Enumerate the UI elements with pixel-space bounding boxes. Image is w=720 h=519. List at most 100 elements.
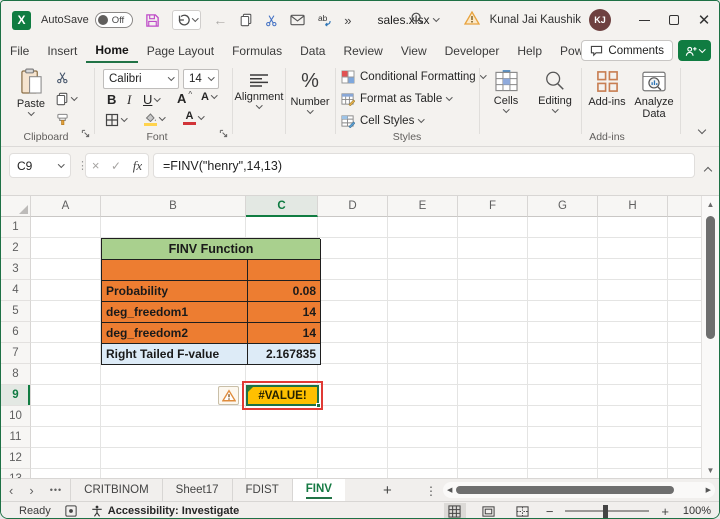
row-header-9[interactable]: 9 [1, 385, 31, 406]
column-header-e[interactable]: E [388, 196, 458, 217]
row-header-2[interactable]: 2 [1, 238, 31, 259]
column-header-partial[interactable] [668, 196, 703, 217]
clipboard-dialog-launcher[interactable] [81, 125, 90, 143]
formula-input[interactable]: =FINV("henry",14,13) [153, 153, 695, 178]
row-header-3[interactable]: 3 [1, 259, 31, 280]
next-sheet-button[interactable]: › [21, 479, 41, 501]
qat-overflow-button[interactable]: » [344, 13, 351, 28]
zoom-out-button[interactable]: − [546, 504, 554, 519]
copy-button[interactable] [239, 13, 253, 27]
cut-button[interactable] [265, 14, 278, 27]
font-color-button[interactable]: A [183, 111, 205, 125]
new-sheet-button[interactable]: + [373, 479, 402, 501]
close-button[interactable]: ✕ [689, 5, 719, 35]
table-label-cell[interactable]: deg_freedom1 [102, 302, 248, 323]
save-button[interactable] [145, 13, 160, 28]
scroll-right-icon[interactable]: ▶ [702, 486, 715, 494]
column-header-d[interactable]: D [318, 196, 388, 217]
row-header-12[interactable]: 12 [1, 448, 31, 469]
maximize-button[interactable] [659, 5, 689, 35]
avatar[interactable]: KJ [589, 9, 611, 31]
row-header-6[interactable]: 6 [1, 322, 31, 343]
expand-formula-bar-button[interactable] [703, 161, 713, 179]
cancel-button[interactable]: × [92, 158, 100, 173]
column-header-h[interactable]: H [598, 196, 668, 217]
increase-font-button[interactable]: A ^ [177, 90, 192, 106]
column-header-a[interactable]: A [31, 196, 101, 217]
page-layout-view-button[interactable] [478, 503, 500, 519]
tab-view[interactable]: View [392, 39, 436, 63]
fill-color-button[interactable] [143, 112, 166, 126]
table-cell[interactable] [248, 260, 321, 281]
alert-button[interactable] [463, 10, 480, 30]
vertical-scrollbar-thumb[interactable] [706, 216, 715, 339]
error-cell-c9[interactable]: #VALUE! [246, 385, 321, 408]
user-name[interactable]: Kunal Jai Kaushik [490, 14, 581, 26]
column-header-b[interactable]: B [101, 196, 246, 217]
scroll-down-icon[interactable]: ▼ [707, 462, 715, 478]
share-button[interactable] [678, 40, 711, 61]
table-value-cell[interactable]: 14 [248, 302, 321, 323]
format-painter-button[interactable] [56, 113, 69, 126]
zoom-slider[interactable] [565, 504, 650, 518]
row-header-13[interactable]: 13 [1, 469, 31, 478]
sheet-tab-critbinom[interactable]: CRITBINOM [70, 479, 162, 501]
minimize-button[interactable] [629, 5, 659, 35]
row-header-11[interactable]: 11 [1, 427, 31, 448]
table-cell[interactable] [102, 260, 248, 281]
table-label-cell[interactable]: deg_freedom2 [102, 323, 248, 344]
row-header-10[interactable]: 10 [1, 406, 31, 427]
column-header-f[interactable]: F [458, 196, 528, 217]
font-size-combo[interactable]: 14 [183, 69, 219, 89]
row-header-7[interactable]: 7 [1, 343, 31, 364]
page-break-preview-button[interactable] [512, 503, 534, 519]
bold-button[interactable]: B [107, 92, 116, 107]
accessibility-button[interactable]: Accessibility: Investigate [91, 505, 239, 517]
autosave-toggle[interactable]: Off [94, 12, 133, 28]
zoom-level[interactable]: 100% [681, 505, 711, 517]
normal-view-button[interactable] [443, 502, 466, 518]
copy-button-ribbon[interactable] [55, 92, 78, 106]
table-title-cell[interactable]: FINV Function [102, 239, 321, 260]
name-box[interactable]: C9 [9, 153, 71, 178]
column-header-c[interactable]: C [246, 196, 318, 217]
all-sheets-button[interactable]: ••• [42, 479, 70, 501]
table-label-cell[interactable]: Probability [102, 281, 248, 302]
conditional-formatting-button[interactable]: Conditional Formatting [341, 70, 487, 84]
paste-button[interactable]: Paste [11, 68, 51, 116]
table-label-cell[interactable]: Right Tailed F-value [102, 344, 248, 365]
tab-help[interactable]: Help [508, 39, 551, 63]
table-value-cell[interactable]: 14 [248, 323, 321, 344]
sheet-tab-fdist[interactable]: FDIST [231, 479, 292, 501]
previous-sheet-button[interactable]: ‹ [1, 479, 21, 501]
error-options-button[interactable] [218, 386, 239, 405]
sheet-tab-finv[interactable]: FINV [291, 479, 345, 501]
cell-styles-button[interactable]: Cell Styles [341, 114, 425, 128]
cut-button-ribbon[interactable] [56, 71, 69, 84]
row-header-5[interactable]: 5 [1, 301, 31, 322]
tab-developer[interactable]: Developer [436, 39, 509, 63]
table-value-cell[interactable]: 2.167835 [248, 344, 321, 365]
macro-record-button[interactable] [65, 505, 77, 517]
borders-button[interactable] [105, 113, 128, 127]
undo-button[interactable] [171, 10, 202, 30]
editing-button[interactable]: Editing [533, 70, 577, 113]
number-button[interactable]: % Number [288, 70, 332, 114]
sheet-tab-sheet17[interactable]: Sheet17 [161, 479, 232, 501]
italic-button[interactable]: I [127, 92, 131, 108]
horizontal-scrollbar[interactable]: ◀ ▶ [443, 482, 715, 498]
zoom-slider-knob[interactable] [603, 504, 609, 518]
column-header-g[interactable]: G [528, 196, 598, 217]
row-header-8[interactable]: 8 [1, 364, 31, 385]
alignment-button[interactable]: Alignment [235, 73, 283, 109]
analyze-data-button[interactable]: Analyze Data [631, 70, 677, 120]
scroll-up-icon[interactable]: ▲ [707, 196, 715, 212]
collapse-ribbon-button[interactable] [697, 120, 707, 138]
redo-button[interactable]: ← [213, 12, 227, 28]
underline-button[interactable]: U [143, 92, 161, 107]
select-all-corner[interactable] [1, 196, 31, 217]
enter-button[interactable]: ✓ [111, 159, 121, 173]
tab-page-layout[interactable]: Page Layout [138, 39, 223, 63]
font-name-combo[interactable]: Calibri [103, 69, 179, 89]
cells-button[interactable]: Cells [485, 70, 527, 113]
